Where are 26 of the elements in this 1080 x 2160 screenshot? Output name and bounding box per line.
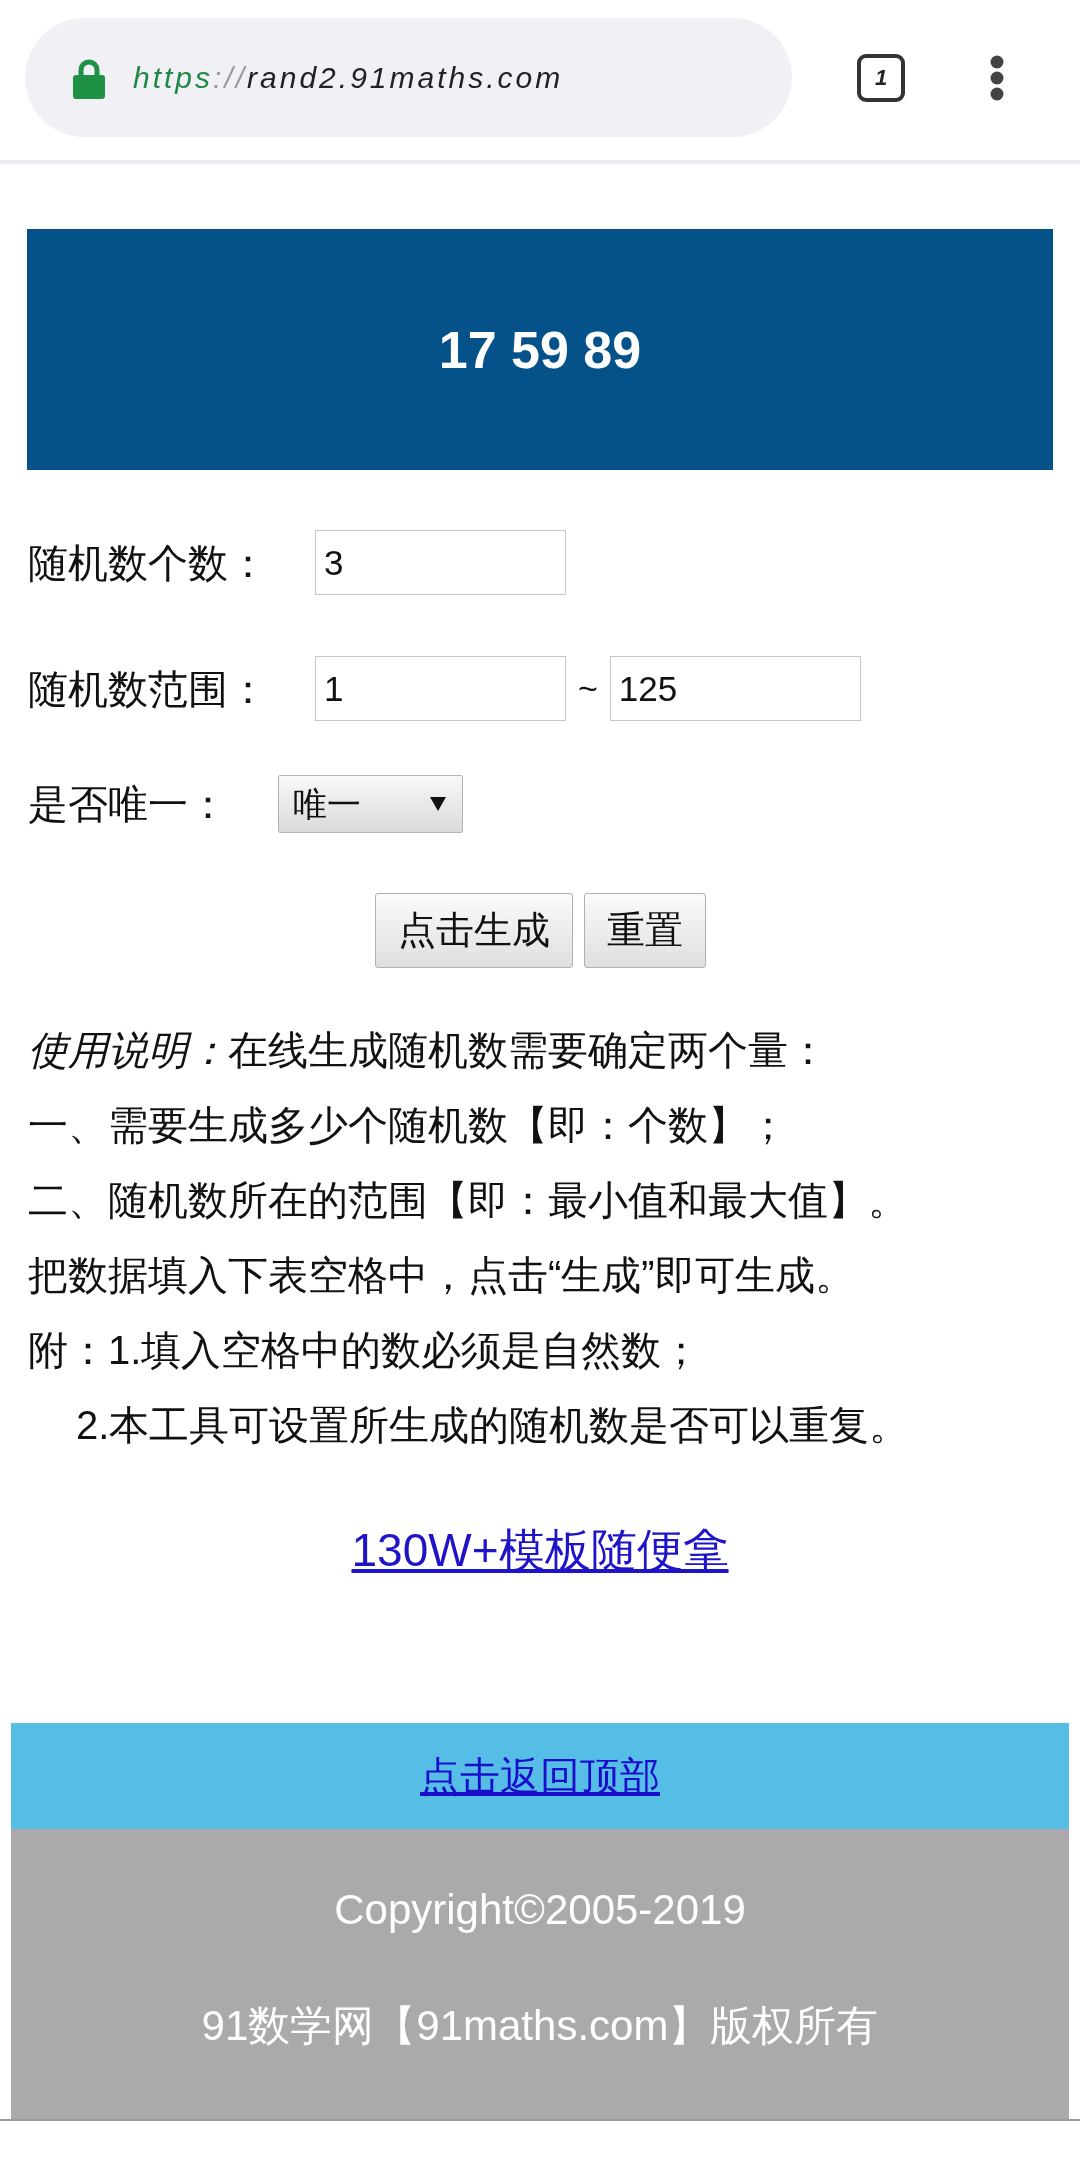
generate-button[interactable]: 点击生成 (374, 893, 573, 968)
rights-text: 91数学网【91maths.com】版权所有 (201, 2001, 879, 2051)
menu-icon[interactable] (990, 54, 1004, 101)
range-separator: ~ (578, 668, 598, 709)
instruction-line: 一、需要生成多少个随机数【即：个数】； (27, 1102, 789, 1149)
unique-select[interactable]: 唯一 (278, 775, 463, 833)
instruction-line: 附：1.填入空格中的数必须是自然数； (27, 1327, 703, 1374)
count-label: 随机数个数： (28, 539, 268, 587)
instruction-line: 把数据填入下表空格中，点击“生成”即可生成。 (27, 1252, 856, 1299)
template-link[interactable]: 130W+模板随便拿 (351, 1520, 729, 1580)
range-max-input[interactable]: 125 (609, 656, 861, 721)
tab-switcher-button[interactable]: 1 (857, 53, 905, 102)
reset-button[interactable]: 重置 (583, 893, 706, 968)
back-to-top-link[interactable]: 点击返回顶部 (420, 1746, 660, 1806)
copyright-text: Copyright©2005-2019 (334, 1885, 746, 1935)
unique-label: 是否唯一： (28, 781, 228, 828)
result-numbers: 17 59 89 (438, 319, 642, 381)
url-text[interactable]: https://rand2.91maths.com (133, 55, 564, 100)
instruction-line: 2.本工具可设置所生成的随机数是否可以重复。 (75, 1402, 911, 1449)
range-min-input[interactable]: 1 (315, 656, 566, 721)
range-label: 随机数范围： (28, 665, 268, 713)
instruction-line: 二、随机数所在的范围【即：最小值和最大值】。 (27, 1177, 909, 1224)
count-input[interactable]: 3 (315, 530, 566, 595)
address-bar[interactable]: https://rand2.91maths.com (25, 18, 792, 137)
dropdown-caret-icon (430, 797, 446, 811)
instruction-line: 使用说明：在线生成随机数需要确定两个量： (27, 1027, 829, 1074)
